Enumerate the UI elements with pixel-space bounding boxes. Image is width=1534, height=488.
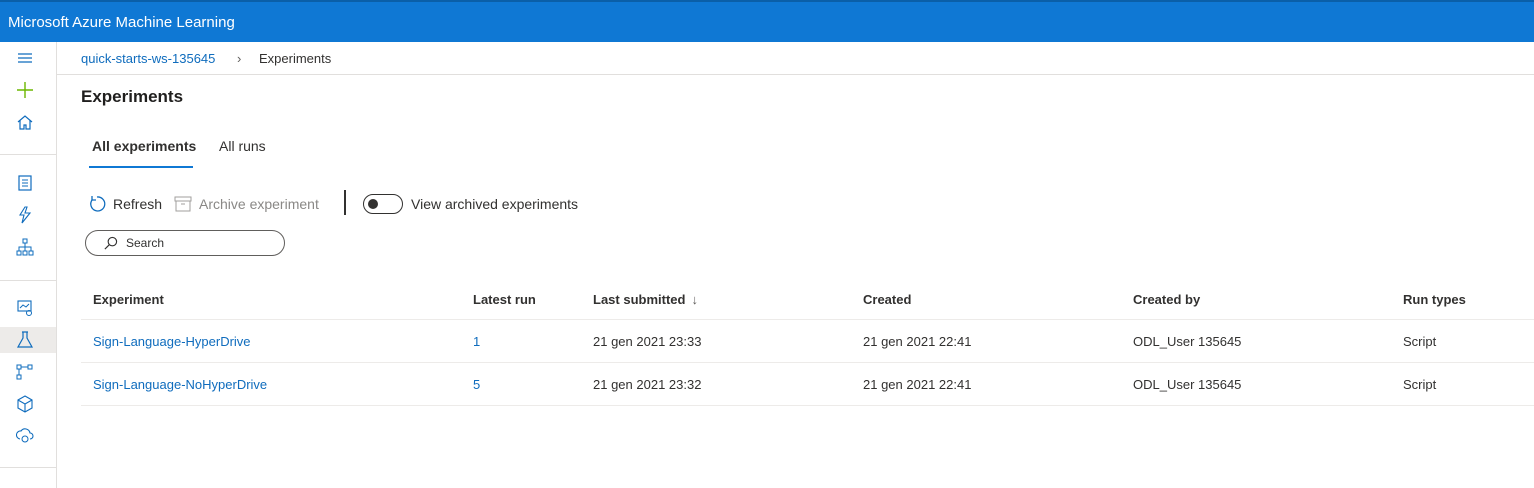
add-icon[interactable] [14,79,36,101]
table-header-row: Experiment Latest run Last submitted ↓ C… [81,280,1534,320]
top-bar: Microsoft Azure Machine Learning [0,0,1534,42]
tab-selected-indicator [89,166,193,168]
designer-icon[interactable] [14,236,36,258]
refresh-icon [90,196,106,212]
column-header-created[interactable]: Created [863,280,911,319]
sort-descending-icon: ↓ [691,292,698,307]
last-submitted-cell: 21 gen 2021 23:32 [593,376,702,392]
tab-all-experiments[interactable]: All experiments [92,138,196,154]
rail-divider [0,280,56,281]
toolbar-divider [344,190,346,215]
toggle-knob [368,199,378,209]
home-icon[interactable] [14,111,36,133]
app-title[interactable]: Microsoft Azure Machine Learning [8,14,235,31]
created-by-cell: ODL_User 135645 [1133,333,1242,349]
experiment-name-link[interactable]: Sign-Language-HyperDrive [93,320,251,362]
column-header-experiment[interactable]: Experiment [93,280,164,319]
rail-divider [0,154,56,155]
column-header-run-types[interactable]: Run types [1403,280,1466,319]
run-types-cell: Script [1403,333,1437,349]
run-types-cell: Script [1403,376,1437,392]
experiment-name-link[interactable]: Sign-Language-NoHyperDrive [93,363,267,405]
automl-icon[interactable] [14,204,36,226]
created-cell: 21 gen 2021 22:41 [863,376,972,392]
last-submitted-cell: 21 gen 2021 23:33 [593,333,702,349]
breadcrumb-current: Experiments [259,51,332,66]
column-header-created-by[interactable]: Created by [1133,280,1200,319]
rail-divider [0,467,56,468]
search-icon [104,236,118,250]
archive-experiment-button[interactable]: Archive experiment [174,194,319,214]
view-archived-label: View archived experiments [411,196,579,212]
created-by-cell: ODL_User 135645 [1133,376,1242,392]
table-row[interactable]: Sign-Language-NoHyperDrive 5 21 gen 2021… [81,363,1534,406]
endpoints-icon[interactable] [14,425,36,447]
latest-run-link[interactable]: 5 [473,363,480,405]
table-row[interactable]: Sign-Language-HyperDrive 1 21 gen 2021 2… [81,320,1534,363]
view-archived-toggle[interactable] [363,194,403,214]
chevron-right-icon: › [237,51,242,66]
column-header-last-submitted-label: Last submitted [593,292,686,307]
breadcrumb: quick-starts-ws-135645 › Experiments [57,42,1534,75]
breadcrumb-workspace-link[interactable]: quick-starts-ws-135645 [81,51,215,66]
datasets-icon[interactable] [14,297,36,319]
column-header-latest-run[interactable]: Latest run [473,280,536,319]
refresh-button[interactable]: Refresh [88,194,162,214]
experiments-table: Experiment Latest run Last submitted ↓ C… [81,280,1534,406]
hamburger-icon[interactable] [14,47,36,69]
pipelines-icon[interactable] [14,361,36,383]
search-placeholder: Search [126,236,165,250]
notebook-icon[interactable] [14,172,36,194]
created-cell: 21 gen 2021 22:41 [863,333,972,349]
tab-all-runs[interactable]: All runs [219,138,266,154]
column-header-last-submitted[interactable]: Last submitted ↓ [593,280,698,319]
latest-run-link[interactable]: 1 [473,320,480,362]
refresh-label: Refresh [113,196,163,212]
left-nav-rail [0,42,57,488]
models-icon[interactable] [14,393,36,415]
archive-experiment-label: Archive experiment [199,196,319,212]
search-input[interactable]: Search [85,230,285,256]
experiments-icon[interactable] [14,329,36,351]
page-title: Experiments [81,87,184,106]
archive-icon [174,196,192,212]
